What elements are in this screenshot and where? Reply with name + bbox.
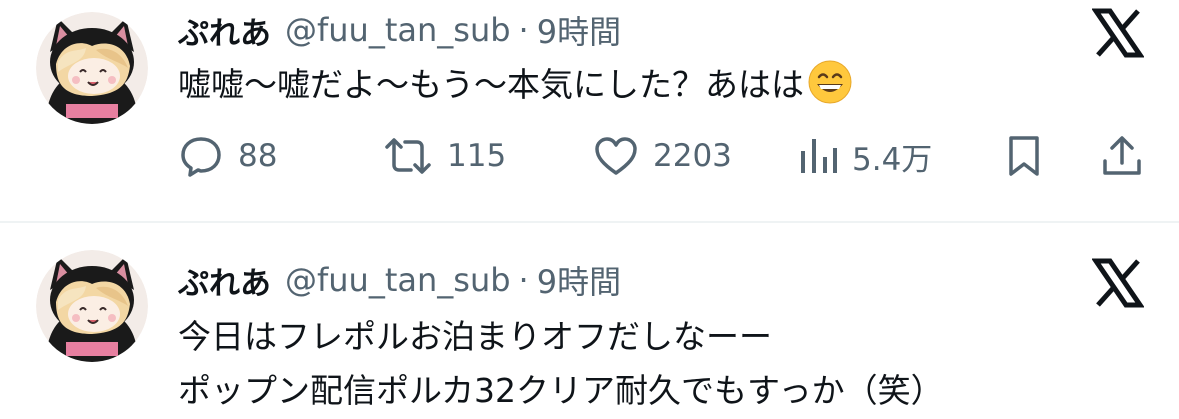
timeline-feed: ぷれあ @fuu_tan_sub · 9時間 嘘嘘〜嘘だよ〜もう〜本気にした？あ…: [0, 0, 1179, 419]
tweet-text: 嘘嘘〜嘘だよ〜もう〜本気にした？あはは: [178, 58, 852, 112]
bar-chart-icon: [798, 133, 838, 179]
timestamp[interactable]: 9時間: [537, 7, 621, 53]
heart-icon: [593, 133, 639, 179]
tweet[interactable]: ぷれあ @fuu_tan_sub · 9時間 今日はフレポルお泊まりオフだしなー…: [0, 224, 1179, 419]
bookmark-button[interactable]: [1004, 128, 1044, 184]
avatar-image: [36, 250, 148, 362]
author-name[interactable]: ぷれあ: [178, 8, 271, 53]
tweet-text: 今日はフレポルお泊まりオフだしなーー ポップン配信ポルカ32クリア耐久でもすっか…: [178, 310, 944, 418]
reply-count: 88: [238, 138, 278, 174]
tweet[interactable]: ぷれあ @fuu_tan_sub · 9時間 嘘嘘〜嘘だよ〜もう〜本気にした？あ…: [0, 0, 1179, 222]
like-count: 2203: [653, 138, 732, 174]
avatar-image: [36, 12, 148, 124]
views-button[interactable]: 5.4万: [798, 128, 932, 184]
timestamp[interactable]: 9時間: [537, 257, 621, 303]
tweet-text-line: 嘘嘘〜嘘だよ〜もう〜本気にした？あはは: [178, 65, 805, 104]
separator-dot: ·: [518, 261, 529, 299]
views-count: 5.4万: [852, 141, 933, 178]
like-button[interactable]: 2203: [593, 128, 732, 184]
grinning-face-icon: [808, 60, 852, 104]
separator-dot: ·: [518, 11, 529, 49]
retweet-count: 115: [447, 138, 507, 174]
share-icon: [1100, 133, 1144, 179]
tweet-header: ぷれあ @fuu_tan_sub · 9時間: [178, 255, 621, 305]
x-logo-icon: [1091, 258, 1145, 308]
avatar[interactable]: [36, 250, 148, 362]
tweet-text-line: 今日はフレポルお泊まりオフだしなーー: [178, 317, 772, 356]
tweet-actions: 88 115 2203 5.4万: [178, 128, 1148, 184]
reply-button[interactable]: 88: [178, 128, 277, 184]
share-button[interactable]: [1100, 128, 1144, 184]
retweet-icon: [383, 133, 433, 179]
author-name[interactable]: ぷれあ: [178, 258, 271, 303]
author-handle[interactable]: @fuu_tan_sub: [285, 11, 511, 49]
reply-icon: [178, 133, 224, 179]
tweet-header: ぷれあ @fuu_tan_sub · 9時間: [178, 5, 621, 55]
tweet-divider: [0, 221, 1179, 223]
tweet-text-line: ポップン配信ポルカ32クリア耐久でもすっか（笑）: [178, 371, 944, 410]
avatar[interactable]: [36, 12, 148, 124]
x-logo-icon: [1091, 8, 1145, 58]
author-handle[interactable]: @fuu_tan_sub: [285, 261, 511, 299]
bookmark-icon: [1004, 133, 1044, 179]
retweet-button[interactable]: 115: [383, 128, 506, 184]
